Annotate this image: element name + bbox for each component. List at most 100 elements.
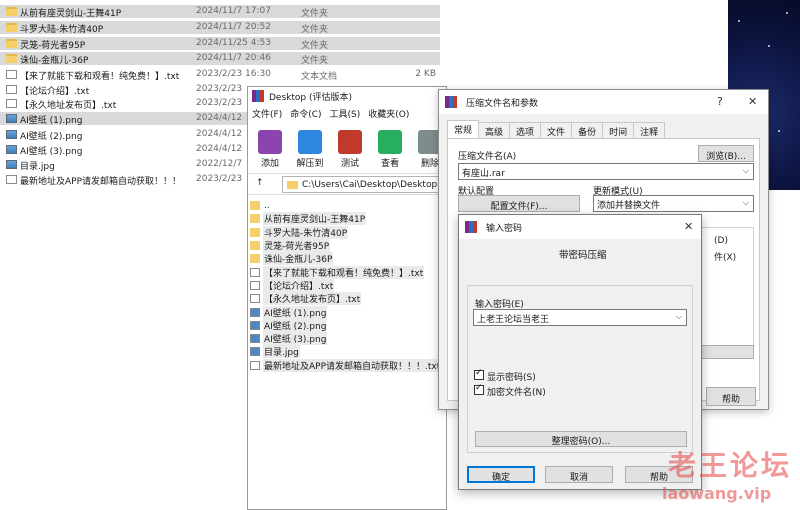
tab-4[interactable]: 备份 xyxy=(571,122,604,138)
file-name: 灵笼-荷光者95P xyxy=(263,239,331,253)
winrar-title: Desktop (评估版本) xyxy=(269,92,352,103)
up-arrow-icon[interactable]: ↑ xyxy=(256,178,264,188)
explorer-row[interactable]: 从前有座灵剑山-王舞41P 2024/11/7 17:07 文件夹 xyxy=(0,5,440,19)
tab-6[interactable]: 注释 xyxy=(633,122,666,138)
winrar-file-list: .. 从前有座灵剑山-王舞41P 斗罗大陆-朱竹清40P 灵笼-荷光者95P 诛仙-金瓶… xyxy=(248,195,446,372)
menu-tools[interactable]: 工具(S) xyxy=(330,107,361,120)
encrypt-names-checkbox[interactable] xyxy=(474,383,484,395)
option-partial-2: 件(X) xyxy=(714,253,737,263)
folder-icon xyxy=(250,201,260,211)
file-name: AI壁纸 (3).png xyxy=(20,147,83,157)
file-date: 2023/2/23 xyxy=(196,84,243,94)
list-item[interactable]: 【来了就能下载和观看！纯免费！】.txt xyxy=(248,265,446,279)
text-file-icon xyxy=(250,280,260,290)
update-mode-combo[interactable]: 添加并替换文件 ⌵ xyxy=(593,195,754,212)
file-name: .. xyxy=(264,200,270,211)
menu-file[interactable]: 文件(F) xyxy=(252,107,282,120)
archive-name-combo[interactable]: 有座山.rar ⌵ xyxy=(458,163,754,180)
winrar-logo-icon xyxy=(465,221,477,233)
file-name: AI壁纸 (2).png xyxy=(20,132,83,142)
tab-5[interactable]: 时间 xyxy=(602,122,635,138)
text-file-icon xyxy=(6,70,17,79)
hidden-button[interactable] xyxy=(698,345,754,359)
chevron-down-icon: ⌵ xyxy=(742,166,749,175)
list-item[interactable]: 斗罗大陆-朱竹清40P xyxy=(248,225,446,239)
folder-icon xyxy=(287,180,298,189)
toolbar-button-2[interactable]: 测试 xyxy=(334,130,366,169)
explorer-row[interactable]: 【来了就能下载和观看！纯免费！】.txt 2023/2/23 16:30 文本文档 2… xyxy=(0,68,440,82)
file-date: 2024/11/25 4:53 xyxy=(196,38,271,48)
dialog-titlebar: 压缩文件名和参数 ? ✕ xyxy=(439,90,768,114)
file-name: 斗罗大陆-朱竹清40P xyxy=(263,225,349,239)
winrar-titlebar: Desktop (评估版本) xyxy=(248,87,446,105)
organize-passwords-button[interactable]: 整理密码(O)... xyxy=(475,431,687,447)
file-date: 2024/11/7 20:52 xyxy=(196,22,271,32)
chevron-down-icon: ⌵ xyxy=(675,312,682,321)
menu-command[interactable]: 命令(C) xyxy=(290,107,321,120)
tab-0[interactable]: 常规 xyxy=(447,120,480,138)
file-name: 【论坛介绍】.txt xyxy=(263,278,335,292)
profile-button[interactable]: 配置文件(F)... xyxy=(458,195,580,212)
password-input[interactable]: 上老王论坛当老王 ⌵ xyxy=(473,309,687,326)
tab-1[interactable]: 高级 xyxy=(478,122,511,138)
file-name: 从前有座灵剑山-王舞41P xyxy=(20,9,122,19)
watermark-text: 老王论坛 xyxy=(668,449,793,482)
winrar-menubar: 文件(F) 命令(C) 工具(S) 收藏夹(O) xyxy=(248,105,446,121)
close-icon[interactable]: ✕ xyxy=(748,95,757,108)
image-file-icon xyxy=(6,114,17,123)
image-file-icon xyxy=(250,320,260,330)
path-field[interactable]: C:\Users\Cai\Desktop\Desktop xyxy=(282,176,446,193)
file-name: 诛仙-金瓶儿-36P xyxy=(263,252,334,266)
tab-2[interactable]: 选项 xyxy=(509,122,542,138)
folder-icon xyxy=(6,23,17,32)
list-item[interactable]: AI壁纸 (3).png xyxy=(248,332,446,346)
winrar-logo-icon xyxy=(252,90,264,102)
explorer-row[interactable]: 灵笼-荷光者95P 2024/11/25 4:53 文件夹 xyxy=(0,37,440,51)
file-name: AI壁纸 (1).png xyxy=(20,116,83,126)
list-item[interactable]: AI壁纸 (1).png xyxy=(248,305,446,319)
toolbar-button-3[interactable]: 查看 xyxy=(374,130,406,169)
password-titlebar: 输入密码 ✕ xyxy=(459,215,701,239)
folder-icon xyxy=(250,241,260,251)
file-name: 【永久地址发布页】.txt xyxy=(20,101,117,111)
toolbar-button-0[interactable]: 添加 xyxy=(254,130,286,169)
cancel-button[interactable]: 取消 xyxy=(545,466,613,483)
toolbar-button-1[interactable]: 解压到 xyxy=(294,130,326,169)
password-value: 上老王论坛当老王 xyxy=(477,315,550,325)
file-name: 【论坛介绍】.txt xyxy=(20,87,90,97)
file-type: 文件夹 xyxy=(301,41,329,51)
list-item[interactable]: 最新地址及APP请发邮箱自动获取！！！.txt xyxy=(248,358,446,372)
address-bar: ↑ C:\Users\Cai\Desktop\Desktop xyxy=(248,173,446,195)
explorer-row[interactable]: 斗罗大陆-朱竹清40P 2024/11/7 20:52 文件夹 xyxy=(0,21,440,35)
compress-help-button[interactable]: 帮助 xyxy=(706,387,756,406)
show-password-checkbox[interactable] xyxy=(474,368,484,380)
list-item[interactable]: 【永久地址发布页】.txt xyxy=(248,292,446,306)
browse-button[interactable]: 浏览(B)... xyxy=(698,145,754,162)
list-item[interactable]: 从前有座灵剑山-王舞41P xyxy=(248,212,446,226)
file-date: 2024/4/12 xyxy=(196,129,243,139)
list-item[interactable]: 灵笼-荷光者95P xyxy=(248,239,446,253)
menu-favorites[interactable]: 收藏夹(O) xyxy=(368,107,409,120)
tab-strip: 常规 高级 选项 文件 备份 时间 注释 xyxy=(447,120,666,138)
file-name: 【永久地址发布页】.txt xyxy=(263,292,362,306)
toolbar-label: 添加 xyxy=(260,159,279,169)
path-text: C:\Users\Cai\Desktop\Desktop xyxy=(302,180,438,190)
image-file-icon xyxy=(250,334,260,344)
list-item[interactable]: 诛仙-金瓶儿-36P xyxy=(248,252,446,266)
close-icon[interactable]: ✕ xyxy=(684,220,693,233)
explorer-row[interactable]: 诛仙-金瓶儿-36P 2024/11/7 20:46 文件夹 xyxy=(0,52,440,66)
list-item[interactable]: AI壁纸 (2).png xyxy=(248,318,446,332)
list-item[interactable]: 目录.jpg xyxy=(248,345,446,359)
toolbar-label: 测试 xyxy=(340,159,359,169)
archive-name-value: 有座山.rar xyxy=(462,169,505,179)
tab-3[interactable]: 文件 xyxy=(540,122,573,138)
file-date: 2023/2/23 16:30 xyxy=(196,69,271,79)
ok-button[interactable]: 确定 xyxy=(467,466,535,483)
file-name: 【来了就能下载和观看！纯免费！】.txt xyxy=(20,72,180,82)
toolbar-label: 查看 xyxy=(380,159,399,169)
list-item[interactable]: .. xyxy=(248,199,446,212)
file-type: 文件夹 xyxy=(301,25,329,35)
help-icon[interactable]: ? xyxy=(717,95,723,108)
list-item[interactable]: 【论坛介绍】.txt xyxy=(248,278,446,292)
file-date: 2022/12/7 xyxy=(196,159,243,169)
